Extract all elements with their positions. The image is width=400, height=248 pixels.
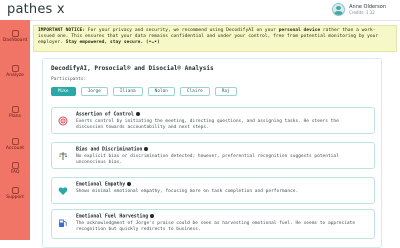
participant-tab-nolan[interactable]: Nolan — [147, 87, 175, 96]
card-body: Exerts control by initiating the meeting… — [76, 119, 339, 130]
sidebar-item-plans[interactable]: Plans — [0, 106, 30, 119]
sidebar-item-label: Analyze — [6, 73, 24, 78]
sidebar-item-account[interactable]: Account — [0, 138, 30, 151]
support-icon — [11, 187, 19, 194]
sidebar-item-label: Account — [5, 146, 25, 151]
account-icon — [11, 138, 19, 145]
card-title: Assertion of Control — [76, 112, 140, 118]
card-body: The acknowledgment of Jorge's praise cou… — [76, 221, 356, 232]
top-bar: pathes x Anne Olderson Credits: 1.32 — [0, 0, 400, 21]
sidebar-item-label: Plans — [9, 114, 21, 119]
app-logo[interactable]: pathes x — [7, 2, 65, 17]
sidebar-item-label: Dashboard — [2, 38, 28, 43]
participant-tab-jorge[interactable]: Jorge — [80, 87, 108, 96]
sidebar-item-support[interactable]: Support — [0, 187, 30, 200]
avatar[interactable] — [332, 3, 346, 16]
faq-icon — [11, 162, 19, 169]
sidebar-item-faq[interactable]: FAQ — [0, 162, 30, 175]
card-body: No explicit bias or discrimination detec… — [76, 154, 339, 165]
sidebar-item-dashboard[interactable]: Dashboard — [0, 30, 30, 43]
card-title: Emotional Empathy — [76, 182, 132, 188]
privacy-notice: IMPORTANT NOTICE: For your privacy and s… — [33, 25, 397, 52]
plans-icon — [11, 106, 19, 113]
target-icon — [58, 116, 68, 126]
sidebar-item-analyze[interactable]: Analyze — [0, 65, 30, 78]
info-icon[interactable] — [144, 147, 149, 151]
analysis-card: Assertion of Control Exerts control by i… — [51, 107, 375, 134]
user-credits: Credits: 1.32 — [349, 9, 375, 15]
sidebar-item-label: FAQ — [10, 170, 20, 175]
participant-tab-claire[interactable]: Claire — [179, 87, 210, 96]
analysis-card: Emotional Empathy Shows minimal emotiona… — [51, 177, 375, 204]
participant-tab-raj[interactable]: Raj — [214, 87, 237, 96]
dashboard-icon — [11, 30, 19, 37]
sidebar: Dashboard Analyze Plans Account FAQ Supp… — [0, 20, 30, 240]
card-title: Bias and Discrimination — [76, 147, 149, 153]
notice-text-a: For your privacy and security, we recomm… — [85, 28, 279, 33]
notice-prefix: IMPORTANT NOTICE: — [38, 28, 86, 33]
info-icon[interactable] — [127, 182, 132, 186]
analysis-panel: DecodifyAI, Prosocial® and Disocial® Ana… — [42, 58, 382, 248]
analyze-icon — [11, 65, 19, 72]
notice-end: Stay empowered, stay secure. (•ᴗ•) — [65, 40, 160, 46]
scale-icon — [58, 152, 68, 160]
user-menu[interactable]: Anne Olderson Credits: 1.32 — [332, 3, 386, 16]
notice-mid: personal device — [278, 28, 321, 33]
analysis-title: DecodifyAI, Prosocial® and Disocial® Ana… — [51, 65, 214, 72]
info-icon[interactable] — [150, 214, 155, 218]
sidebar-item-label: Support — [6, 195, 24, 200]
heart-icon — [58, 187, 68, 195]
info-icon[interactable] — [135, 112, 140, 116]
card-body: Shows minimal emotional empathy, focusin… — [76, 189, 299, 194]
participants-label: Participants: — [51, 77, 87, 82]
fuel-icon — [59, 219, 67, 227]
card-title: Emotional Fuel Harvesting — [76, 214, 155, 220]
analysis-card: Emotional Fuel Harvesting The acknowledg… — [51, 209, 375, 239]
participant-tab-iliana[interactable]: Iliana — [112, 87, 143, 96]
participant-tab-mike[interactable]: Mike — [51, 87, 76, 96]
user-info: Anne Olderson Credits: 1.32 — [349, 4, 386, 15]
participant-tabs: Mike Jorge Iliana Nolan Claire Raj — [51, 87, 237, 96]
analysis-card: Bias and Discrimination No explicit bias… — [51, 142, 375, 169]
